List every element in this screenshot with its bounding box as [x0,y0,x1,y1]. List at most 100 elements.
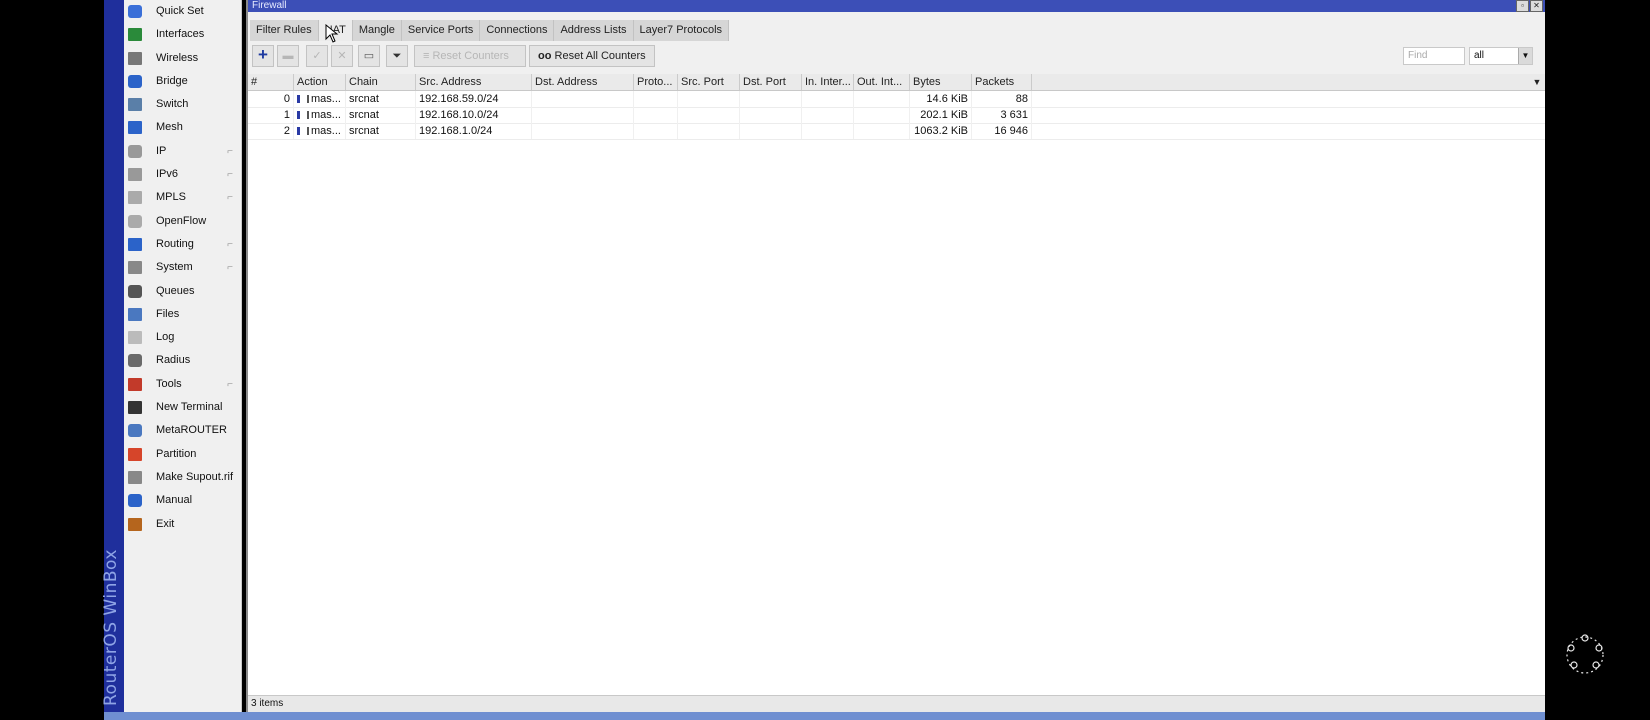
menu-item-bridge[interactable]: Bridge [124,70,241,93]
column-header[interactable]: Packets [972,74,1032,90]
menu-item-metarouter[interactable]: MetaROUTER [124,419,241,442]
menu-item-label: MPLS [156,191,186,204]
menu-item-wireless[interactable]: Wireless [124,47,241,70]
menu-item-label: Partition [156,447,197,460]
menu-item-files[interactable]: Files [124,303,241,326]
column-header[interactable]: Dst. Address [532,74,634,90]
table-cell: 1063.2 KiB [910,123,972,139]
disable-button[interactable]: ✕ [331,45,353,67]
menu-item-openflow[interactable]: OpenFlow [124,210,241,233]
dropdown-arrow-icon: ▼ [1518,48,1532,64]
table-cell [678,91,740,107]
column-header[interactable]: Out. Int... [854,74,910,90]
table-cell [802,107,854,123]
columns-menu-icon[interactable]: ▼ [1531,75,1543,89]
find-input[interactable]: Find [1403,47,1465,65]
menu-item-exit[interactable]: Exit [124,513,241,536]
reset-all-icon: oo [538,50,552,62]
column-header[interactable]: Chain [346,74,416,90]
comment-button[interactable]: ▭ [358,45,380,67]
table-cell: srcnat [346,91,416,107]
firewall-window: Firewall ▫ ✕ Filter Rules NAT Mangle Servic… [246,0,1545,712]
wand-icon [128,5,142,18]
menu-item-label: System [156,261,193,274]
table-cell: mas... [294,91,346,107]
table-cell: 14.6 KiB [910,91,972,107]
wireless-icon [128,51,142,65]
menu-item-new-terminal[interactable]: New Terminal [124,396,241,419]
table-cell [740,91,802,107]
enable-button[interactable]: ✓ [306,45,328,67]
filter-dropdown[interactable]: all ▼ [1469,47,1533,65]
menu-item-switch[interactable]: Switch [124,93,241,116]
menu-item-system[interactable]: System ⌐ [124,256,241,279]
menu-item-make-supout-rif[interactable]: Make Supout.rif [124,466,241,489]
menu-item-log[interactable]: Log [124,326,241,349]
menu-item-radius[interactable]: Radius [124,349,241,372]
tools-icon [128,377,142,391]
menu-item-interfaces[interactable]: Interfaces [124,23,241,46]
add-button[interactable]: + [252,45,274,67]
column-header[interactable]: Proto... [634,74,678,90]
bridge-icon [128,74,142,88]
table-cell [634,91,678,107]
table-cell: srcnat [346,107,416,123]
ipv6-icon [128,168,142,182]
menu-item-manual[interactable]: Manual [124,489,241,512]
column-header[interactable]: In. Inter... [802,74,854,90]
table-cell: 16 946 [972,123,1032,139]
reset-counters-button[interactable]: ≡ Reset Counters [414,45,526,67]
menu-item-label: Radius [156,354,191,367]
submenu-arrow-icon: ⌐ [227,145,233,157]
column-header[interactable]: Bytes [910,74,972,90]
tab-address-lists[interactable]: Address Lists [554,20,634,41]
table-row[interactable]: 2 mas... srcnat 192.168.1.0/24 1063.2 KiB 16 … [248,123,1545,140]
window-title: Firewall [252,0,287,11]
tab-mangle[interactable]: Mangle [353,20,402,41]
menu-item-quick-set[interactable]: Quick Set [124,0,241,23]
menu-item-label: IPv6 [156,168,179,181]
menu-item-tools[interactable]: Tools ⌐ [124,373,241,396]
window-titlebar[interactable]: Firewall ▫ ✕ [248,0,1545,12]
maximize-icon[interactable]: ▫ [1516,0,1529,12]
remove-button[interactable]: ▬ [277,45,299,67]
table-cell [854,123,910,139]
table-row[interactable]: 0 mas... srcnat 192.168.59.0/24 14.6 KiB 88 [248,91,1545,108]
close-icon[interactable]: ✕ [1530,0,1543,12]
menu-item-queues[interactable]: Queues [124,280,241,303]
column-header[interactable]: Src. Address [416,74,532,90]
menu-item-mesh[interactable]: Mesh [124,116,241,139]
reset-all-counters-button[interactable]: oo Reset All Counters [529,45,655,67]
tab-connections[interactable]: Connections [480,20,555,41]
menu-item-label: Files [156,307,180,320]
menu-item-ipv6[interactable]: IPv6 ⌐ [124,163,241,186]
table-cell [532,91,634,107]
mesh-icon [128,121,142,135]
menu-item-label: Make Supout.rif [156,470,234,483]
menu-item-ip[interactable]: IP ⌐ [124,140,241,163]
toolbar: + ▬ ✓ ✕ ▭ ⏷ ≡ Reset Counters oo Reset Al… [248,44,1545,70]
menu-item-label: OpenFlow [156,214,207,227]
menu-item-label: Bridge [156,74,188,87]
menu-item-label: New Terminal [156,401,223,414]
column-header[interactable]: Dst. Port [740,74,802,90]
table-row[interactable]: 1 mas... srcnat 192.168.10.0/24 202.1 KiB 3 6… [248,107,1545,124]
table-cell: 192.168.59.0/24 [416,91,532,107]
mouse-cursor-icon [325,24,339,43]
filter-button[interactable]: ⏷ [386,45,408,67]
column-header[interactable]: Action [294,74,346,90]
column-header[interactable]: Src. Port [678,74,740,90]
tab-filter-rules[interactable]: Filter Rules [250,20,319,41]
tab-service-ports[interactable]: Service Ports [402,20,481,41]
column-header[interactable]: # [248,74,294,90]
table-cell: 202.1 KiB [910,107,972,123]
table-cell [802,123,854,139]
table-cell [532,107,634,123]
masquerade-icon [297,95,309,104]
menu-item-mpls[interactable]: MPLS ⌐ [124,186,241,209]
tab-layer7-protocols[interactable]: Layer7 Protocols [634,20,730,41]
menu-item-routing[interactable]: Routing ⌐ [124,233,241,256]
menu-item-partition[interactable]: Partition [124,443,241,466]
taskbar [104,712,1545,720]
menu-item-label: MetaROUTER [156,424,227,437]
